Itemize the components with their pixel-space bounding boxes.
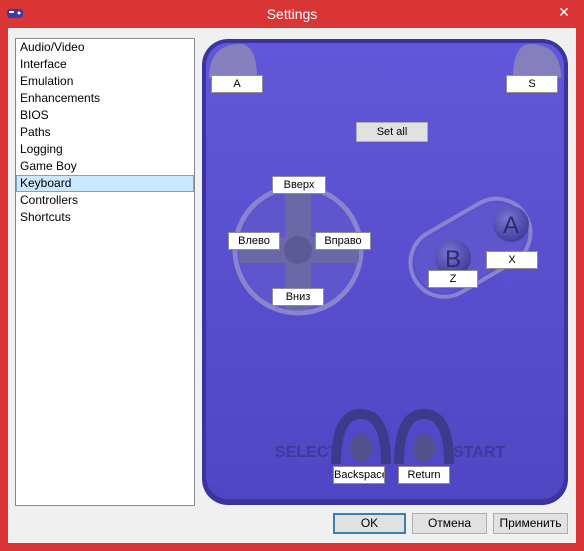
r-key-input[interactable]: S <box>506 75 558 93</box>
sidebar-item-bios[interactable]: BIOS <box>16 107 194 124</box>
sidebar-item-enhancements[interactable]: Enhancements <box>16 90 194 107</box>
left-key-input[interactable]: Влево <box>228 232 280 250</box>
gamepad-panel: B A SELECT START A S Set all Вверх Влево <box>201 38 569 506</box>
svg-text:A: A <box>503 212 519 239</box>
down-key-input[interactable]: Вниз <box>272 288 324 306</box>
cancel-button[interactable]: Отмена <box>412 513 487 534</box>
right-key-input[interactable]: Вправо <box>315 232 371 250</box>
gamepad-illustration: B A SELECT START <box>202 39 568 505</box>
close-icon[interactable]: ✕ <box>550 2 578 22</box>
sidebar-item-paths[interactable]: Paths <box>16 124 194 141</box>
sidebar-item-logging[interactable]: Logging <box>16 141 194 158</box>
sidebar-item-controllers[interactable]: Controllers <box>16 192 194 209</box>
settings-window: Settings ✕ Audio/Video Interface Emulati… <box>0 0 584 551</box>
start-label: START <box>453 444 505 461</box>
sidebar-item-interface[interactable]: Interface <box>16 56 194 73</box>
select-key-input[interactable]: Backspace <box>333 466 385 484</box>
ok-button[interactable]: OK <box>333 513 406 534</box>
settings-sidebar: Audio/Video Interface Emulation Enhancem… <box>15 38 195 506</box>
sidebar-item-audio-video[interactable]: Audio/Video <box>16 39 194 56</box>
set-all-button[interactable]: Set all <box>356 122 428 142</box>
apply-button[interactable]: Применить <box>493 513 568 534</box>
window-title: Settings <box>266 6 318 22</box>
b-key-input[interactable]: Z <box>428 270 478 288</box>
sidebar-item-keyboard[interactable]: Keyboard <box>16 175 194 192</box>
a-key-input[interactable]: X <box>486 251 538 269</box>
sidebar-item-emulation[interactable]: Emulation <box>16 73 194 90</box>
svg-text:B: B <box>445 246 461 273</box>
title-bar: Settings ✕ <box>0 0 584 28</box>
sidebar-item-shortcuts[interactable]: Shortcuts <box>16 209 194 226</box>
select-label: SELECT <box>275 444 338 461</box>
l-key-input[interactable]: A <box>211 75 263 93</box>
sidebar-item-game-boy[interactable]: Game Boy <box>16 158 194 175</box>
start-key-input[interactable]: Return <box>398 466 450 484</box>
client-area: Audio/Video Interface Emulation Enhancem… <box>8 28 576 543</box>
up-key-input[interactable]: Вверх <box>272 176 326 194</box>
